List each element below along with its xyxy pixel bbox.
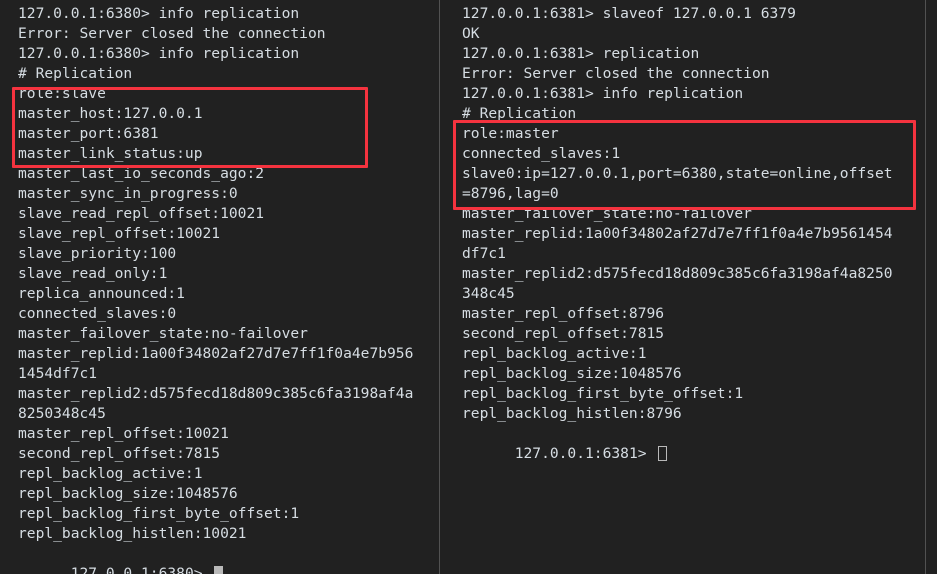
terminal-prompt-line-left[interactable]: 127.0.0.1:6380>: [18, 544, 439, 574]
terminal-line: =8796,lag=0: [462, 185, 559, 202]
terminal-line: 348c45: [462, 285, 515, 302]
terminal-line: repl_backlog_size:1048576: [462, 365, 682, 382]
terminal-line: second_repl_offset:7815: [18, 445, 221, 462]
terminal-line: 1454df7c1: [18, 365, 98, 382]
terminal-line: master_sync_in_progress:0: [18, 185, 238, 202]
terminal-line: OK: [462, 25, 480, 42]
terminal-line: master_replid:1a00f34802af27d7e7ff1f0a4e…: [462, 225, 893, 242]
terminal-line: master_replid2:d575fecd18d809c385c6fa319…: [18, 385, 414, 402]
terminal-line: master_last_io_seconds_ago:2: [18, 165, 265, 182]
terminal-line: 8250348c45: [18, 405, 106, 422]
terminal-line: second_repl_offset:7815: [462, 325, 665, 342]
terminal-output-right: 127.0.0.1:6381> slaveof 127.0.0.1 6379 OK…: [462, 4, 925, 424]
terminal-line: slave_priority:100: [18, 245, 177, 262]
terminal-line: role:master: [462, 125, 559, 142]
terminal-pane-left[interactable]: 127.0.0.1:6380> info replication Error: S…: [0, 0, 439, 574]
terminal-line: 127.0.0.1:6381> replication: [462, 45, 700, 62]
terminal-line: repl_backlog_histlen:8796: [462, 405, 682, 422]
prompt-text-right: 127.0.0.1:6381>: [514, 445, 656, 462]
terminal-line: repl_backlog_first_byte_offset:1: [18, 505, 300, 522]
terminal-line: master_replid2:d575fecd18d809c385c6fa319…: [462, 265, 893, 282]
terminal-prompt-line-right[interactable]: 127.0.0.1:6381>: [462, 424, 925, 462]
terminal-line: connected_slaves:0: [18, 305, 177, 322]
terminal-line: master_failover_state:no-failover: [462, 205, 752, 222]
terminal-line: role:slave: [18, 85, 106, 102]
cursor-block-icon: [214, 566, 224, 574]
terminal-line: slave_repl_offset:10021: [18, 225, 221, 242]
terminal-line: repl_backlog_histlen:10021: [18, 525, 247, 542]
terminal-line: master_repl_offset:8796: [462, 305, 665, 322]
terminal-line: 127.0.0.1:6380> info replication: [18, 5, 300, 22]
cursor-hollow-icon: [658, 446, 668, 461]
terminal-line: master_replid:1a00f34802af27d7e7ff1f0a4e…: [18, 345, 414, 362]
terminal-output-left: 127.0.0.1:6380> info replication Error: S…: [18, 4, 439, 544]
terminal-pane-right[interactable]: 127.0.0.1:6381> slaveof 127.0.0.1 6379 OK…: [440, 0, 925, 574]
terminal-line: # Replication: [462, 105, 577, 122]
terminal-line: slave0:ip=127.0.0.1,port=6380,state=onli…: [462, 165, 893, 182]
terminal-line: master_repl_offset:10021: [18, 425, 229, 442]
terminal-line: master_host:127.0.0.1: [18, 105, 203, 122]
prompt-text-left: 127.0.0.1:6380>: [70, 565, 212, 574]
terminal-line: replica_announced:1: [18, 285, 185, 302]
pane-divider-left[interactable]: [439, 0, 440, 574]
terminal-line: master_failover_state:no-failover: [18, 325, 308, 342]
terminal-line: Error: Server closed the connection: [18, 25, 326, 42]
terminal-line: repl_backlog_active:1: [18, 465, 203, 482]
pane-divider-right[interactable]: [925, 0, 926, 574]
terminal-line: master_link_status:up: [18, 145, 203, 162]
terminal-line: Error: Server closed the connection: [462, 65, 770, 82]
terminal-line: 127.0.0.1:6380> info replication: [18, 45, 300, 62]
terminal-line: df7c1: [462, 245, 506, 262]
terminal-line: 127.0.0.1:6381> slaveof 127.0.0.1 6379: [462, 5, 796, 22]
terminal-line: connected_slaves:1: [462, 145, 621, 162]
terminal-line: repl_backlog_size:1048576: [18, 485, 238, 502]
terminal-screen: 127.0.0.1:6380> info replication Error: S…: [0, 0, 937, 574]
terminal-line: repl_backlog_first_byte_offset:1: [462, 385, 744, 402]
terminal-line: # Replication: [18, 65, 133, 82]
terminal-line: 127.0.0.1:6381> info replication: [462, 85, 744, 102]
terminal-line: slave_read_repl_offset:10021: [18, 205, 265, 222]
terminal-line: repl_backlog_active:1: [462, 345, 647, 362]
terminal-line: master_port:6381: [18, 125, 159, 142]
terminal-line: slave_read_only:1: [18, 265, 168, 282]
